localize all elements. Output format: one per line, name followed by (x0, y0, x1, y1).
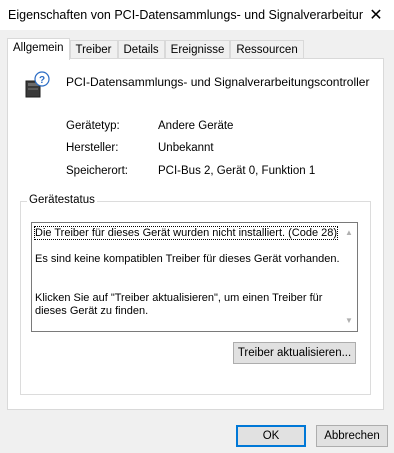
general-tab-panel: ? PCI-Datensammlungs- und Signalverarbei… (7, 58, 384, 410)
scroll-up-arrow-icon[interactable]: ▲ (343, 227, 355, 239)
close-button[interactable]: ✕ (358, 0, 394, 30)
manufacturer-value: Unbekannt (158, 142, 214, 154)
status-line-error: Die Treiber für dieses Gerät wurden nich… (33, 226, 339, 240)
status-line-no-driver: Es sind keine kompatiblen Treiber für di… (35, 253, 340, 265)
close-icon: ✕ (369, 7, 383, 24)
tab-ressourcen[interactable]: Ressourcen (230, 40, 304, 59)
device-status-legend: Gerätestatus (27, 194, 97, 206)
tab-details[interactable]: Details (117, 40, 165, 59)
location-label: Speicherort: (66, 165, 129, 177)
update-driver-button[interactable]: Treiber aktualisieren... (233, 342, 356, 364)
device-status-textbox[interactable]: Die Treiber für dieses Gerät wurden nich… (31, 222, 358, 332)
manufacturer-label: Hersteller: (66, 142, 119, 154)
tab-ereignisse[interactable]: Ereignisse (164, 40, 231, 59)
scroll-down-arrow-icon[interactable]: ▼ (343, 315, 355, 327)
device-status-group: Gerätestatus Die Treiber für dieses Gerä… (20, 194, 371, 395)
device-name: PCI-Datensammlungs- und Signalverarbeitu… (66, 75, 370, 89)
tab-allgemein[interactable]: Allgemein (7, 38, 70, 60)
svg-text:?: ? (39, 75, 45, 86)
location-value: PCI-Bus 2, Gerät 0, Funktion 1 (158, 165, 316, 177)
status-line-instruction: Klicken Sie auf "Treiber aktualisieren",… (35, 292, 323, 317)
device-status-text: Die Treiber für dieses Gerät wurden nich… (33, 226, 345, 318)
tab-strip: Allgemein Treiber Details Ereignisse Res… (7, 38, 304, 60)
tab-treiber[interactable]: Treiber (69, 40, 118, 59)
unknown-device-icon: ? (25, 71, 50, 98)
window-title: Eigenschaften von PCI-Datensammlungs- un… (8, 8, 363, 22)
title-bar: Eigenschaften von PCI-Datensammlungs- un… (0, 0, 394, 30)
device-type-label: Gerätetyp: (66, 120, 120, 132)
device-type-value: Andere Geräte (158, 120, 234, 132)
ok-button[interactable]: OK (236, 425, 306, 447)
cancel-button[interactable]: Abbrechen (316, 425, 388, 447)
